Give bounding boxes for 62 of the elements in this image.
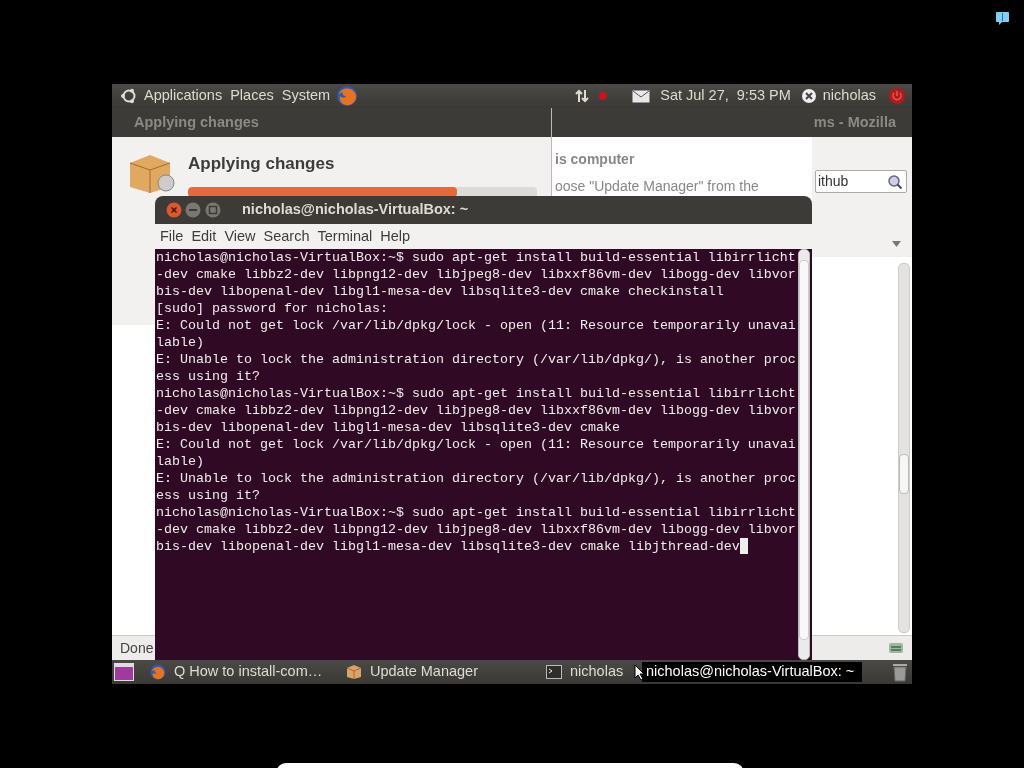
scrollbar[interactable] [798,249,810,660]
tooltip: nicholas@nicholas-VirtualBox: ~ [642,662,863,682]
panel-menu[interactable]: Applications [144,85,223,107]
trash-icon[interactable] [892,662,908,682]
dropdown-arrow-icon[interactable] [892,241,901,247]
page-heading: is computer [555,150,636,169]
terminal-icon [546,665,562,679]
taskbar-item[interactable]: Update Manager [340,660,540,684]
firefox-icon [150,664,166,680]
menu-item[interactable]: File [156,224,188,249]
user-name[interactable]: nicholas [822,85,876,107]
menu-item[interactable]: View [220,224,260,249]
scrollbar[interactable] [898,263,910,633]
notification-icon[interactable] [995,11,1010,26]
terminal-line: lable) [156,453,205,470]
terminal-line: E: Could not get lock /var/lib/dpkg/lock - open (11: Resource temporarily unavai [156,436,797,453]
text-cursor [739,538,748,554]
firefox-icon[interactable] [336,85,359,107]
menu-item[interactable]: Terminal [313,224,377,249]
terminal-line: E: Could not get lock /var/lib/dpkg/lock - open (11: Resource temporarily unavai [156,317,797,334]
terminal-line: ess using it? [156,487,261,504]
terminal-line: ess using it? [156,368,261,385]
page-text: oose "Update Manager" from the [555,177,760,196]
terminal-line: -dev cmake libbz2-dev libpng12-dev libjpeg8-dev libxxf86vm-dev libogg-dev libvor [156,521,797,538]
terminal-line: [sudo] password for nicholas: [156,300,389,317]
search-icon[interactable] [887,173,903,190]
panel-menu[interactable]: System [281,85,331,107]
network-icon[interactable] [574,88,591,104]
taskbar-item[interactable]: Q How to install-com… [144,660,340,684]
search-field[interactable]: ithub [815,170,907,193]
mail-icon[interactable] [632,89,651,103]
terminal-line: nicholas@nicholas-VirtualBox:~$ sudo apt-get install build-essential libirrlicht [156,385,797,402]
menu-item[interactable]: Search [259,224,314,249]
maximize-icon[interactable] [204,202,222,218]
package-icon [346,664,362,680]
dialog-heading: Applying changes [188,153,336,175]
menu-item[interactable]: Help [376,224,415,249]
terminal-line: nicholas@nicholas-VirtualBox:~$ sudo apt-get install build-essential libirrlicht [156,249,797,266]
desktop-icon[interactable] [114,663,134,681]
window-title: ms - Mozilla [813,112,896,132]
window-title: nicholas@nicholas-VirtualBox: ~ [242,200,469,220]
power-icon[interactable] [888,87,906,105]
mouse-pointer-icon [634,664,645,681]
menu-item[interactable]: Edit [187,224,221,249]
terminal-line: nicholas@nicholas-VirtualBox:~$ sudo apt-get install build-essential libirrlicht [156,504,797,521]
terminal-line: E: Unable to lock the administration directory (/var/lib/dpkg/), is another proc [156,470,797,487]
minimize-icon[interactable] [184,202,202,218]
status-text: Done [120,638,154,658]
clock[interactable]: Sat Jul 27, 9:53 PM [660,85,791,107]
terminal-line: lable) [156,334,205,351]
terminal-line: E: Unable to lock the administration directory (/var/lib/dpkg/), is another proc [156,351,797,368]
terminal-line: bis-dev libopenal-dev libgl1-mesa-dev libsqlite3-dev cmake [156,419,621,436]
terminal-line: bis-dev libopenal-dev libgl1-mesa-dev libsqlite3-dev cmake libjthread-dev [156,538,740,555]
panel-menu[interactable]: Places [230,85,274,107]
terminal-line: bis-dev libopenal-dev libgl1-mesa-dev libsqlite3-dev cmake checkinstall [156,283,725,300]
close-icon[interactable] [166,202,182,218]
addon-icon[interactable] [888,641,904,655]
terminal-line: -dev cmake libbz2-dev libpng12-dev libjpeg8-dev libxxf86vm-dev libogg-dev libvor [156,266,797,283]
ubuntu-logo-icon[interactable] [120,87,138,105]
terminal-line: -dev cmake libbz2-dev libpng12-dev libjpeg8-dev libxxf86vm-dev libogg-dev libvor [156,402,797,419]
user-icon[interactable] [800,88,817,104]
window-title: Applying changes [134,112,259,132]
